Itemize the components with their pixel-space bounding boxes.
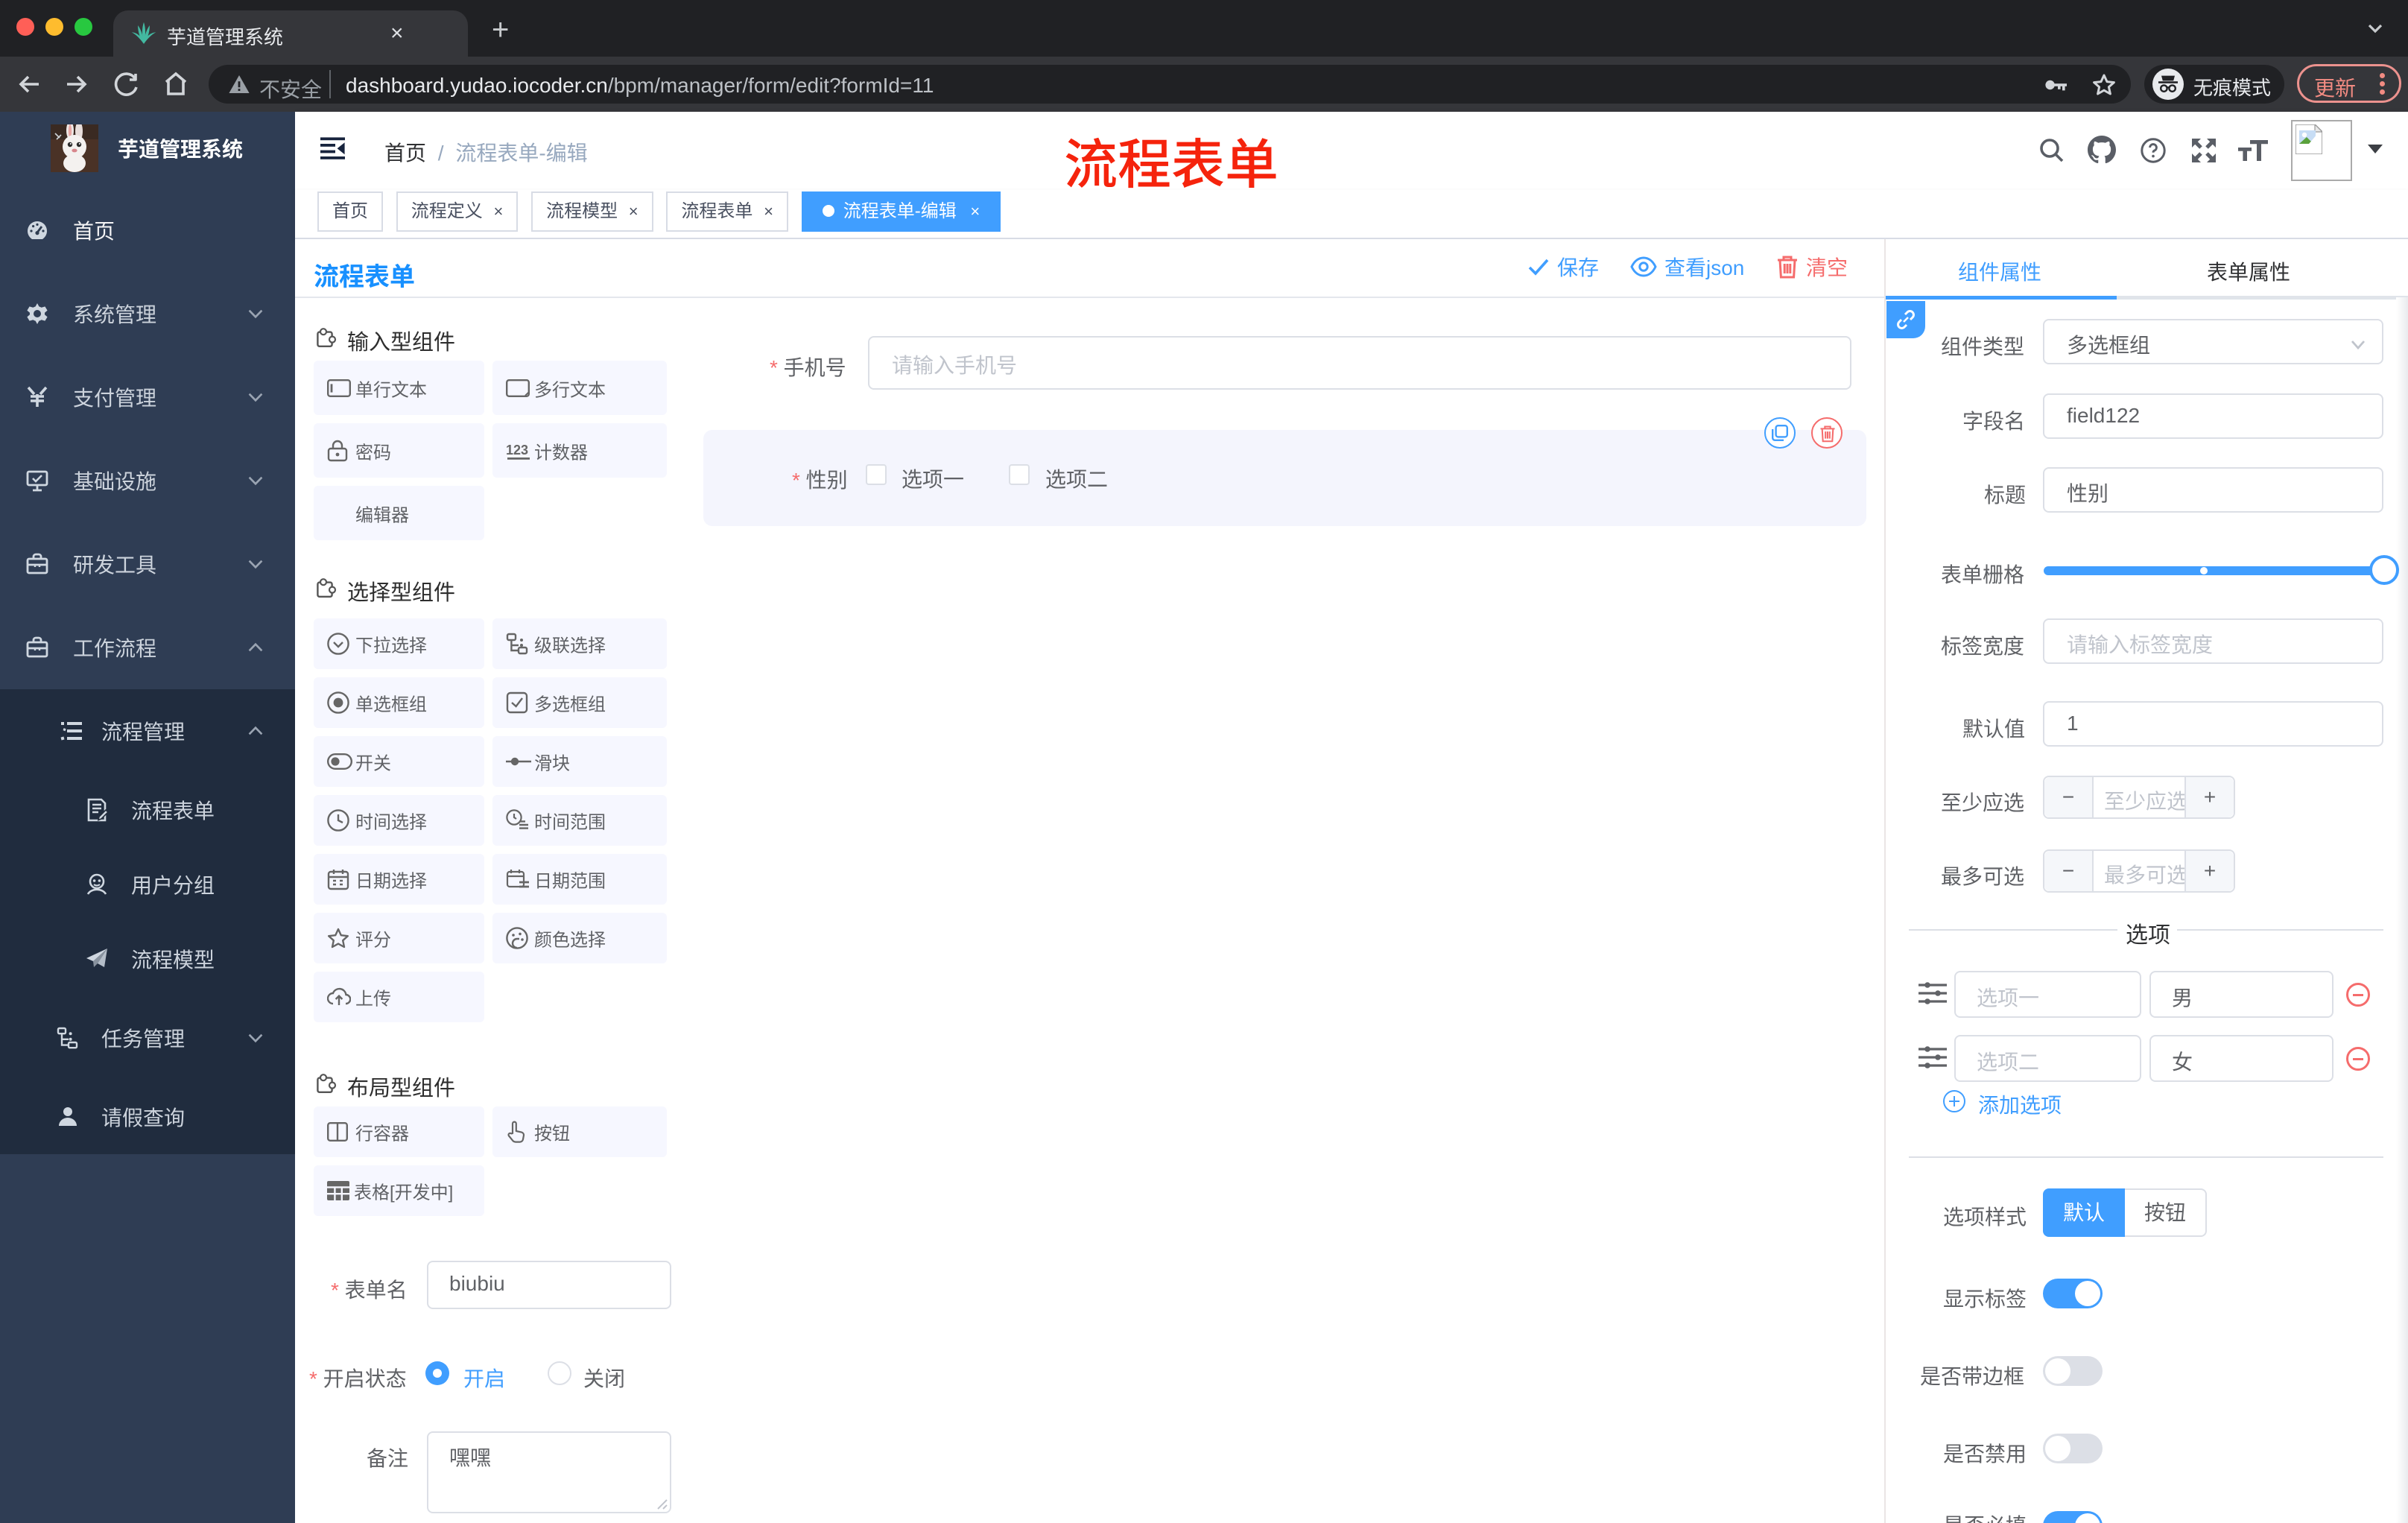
svg-text:123: 123 [506, 443, 528, 457]
